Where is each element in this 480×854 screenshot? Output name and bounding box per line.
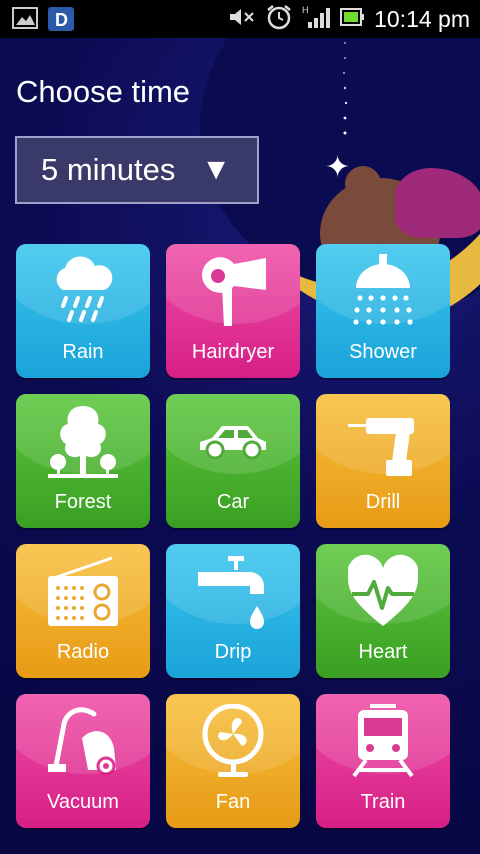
tile-train[interactable]: Train [316, 694, 450, 828]
shower-icon [353, 254, 413, 325]
tile-label: Forest [54, 491, 112, 513]
car-icon [200, 426, 266, 460]
app-screen: ✦ Choose time 5 minutes ▼ Rain Hairdryer [0, 38, 480, 854]
tile-label: Vacuum [47, 791, 119, 813]
svg-text:H: H [302, 5, 309, 15]
tile-shower[interactable]: Shower [316, 244, 450, 378]
tile-hairdryer[interactable]: Hairdryer [166, 244, 300, 378]
tile-heart[interactable]: Heart [316, 544, 450, 678]
vacuum-icon [48, 707, 116, 776]
tile-drill[interactable]: Drill [316, 394, 450, 528]
tile-forest[interactable]: Forest [16, 394, 150, 528]
time-dropdown-value: 5 minutes [41, 152, 176, 187]
tile-rain[interactable]: Rain [16, 244, 150, 378]
mute-icon [228, 6, 256, 33]
radio-icon [48, 556, 118, 626]
tile-label: Heart [358, 641, 408, 663]
tile-drip[interactable]: Drip [166, 544, 300, 678]
train-icon [352, 704, 414, 778]
tile-vacuum[interactable]: Vacuum [16, 694, 150, 828]
page-title: Choose time [16, 74, 191, 109]
faucet-icon [198, 556, 264, 629]
svg-text:D: D [55, 10, 68, 30]
heartbeat-icon [348, 554, 418, 626]
rain-cloud-icon [56, 256, 113, 322]
star-trail-decoration [343, 42, 348, 135]
tile-fan[interactable]: Fan [166, 694, 300, 828]
hairdryer-icon [201, 257, 266, 326]
tile-label: Drip [214, 641, 252, 663]
clock-time: 10:14 pm [374, 6, 470, 32]
drill-icon [348, 418, 414, 476]
battery-icon [340, 6, 365, 33]
tile-label: Drill [365, 491, 401, 513]
app-d-icon: D [48, 7, 74, 36]
tile-label: Car [216, 491, 250, 513]
alarm-icon [266, 4, 292, 35]
tile-label: Radio [56, 641, 110, 663]
tile-label: Train [360, 791, 406, 813]
tree-icon [48, 406, 118, 478]
status-bar: D H 10:14 pm [0, 0, 480, 38]
tile-label: Hairdryer [191, 341, 275, 363]
fan-icon [202, 704, 264, 777]
tile-label: Rain [62, 341, 104, 363]
time-dropdown[interactable]: 5 minutes ▼ [15, 136, 259, 204]
tile-radio[interactable]: Radio [16, 544, 150, 678]
dropdown-arrow-icon: ▼ [201, 153, 231, 186]
tile-car[interactable]: Car [166, 394, 300, 528]
gallery-icon [12, 7, 38, 36]
tile-label: Shower [349, 341, 417, 363]
signal-icon: H [302, 4, 331, 35]
tile-label: Fan [215, 791, 251, 813]
